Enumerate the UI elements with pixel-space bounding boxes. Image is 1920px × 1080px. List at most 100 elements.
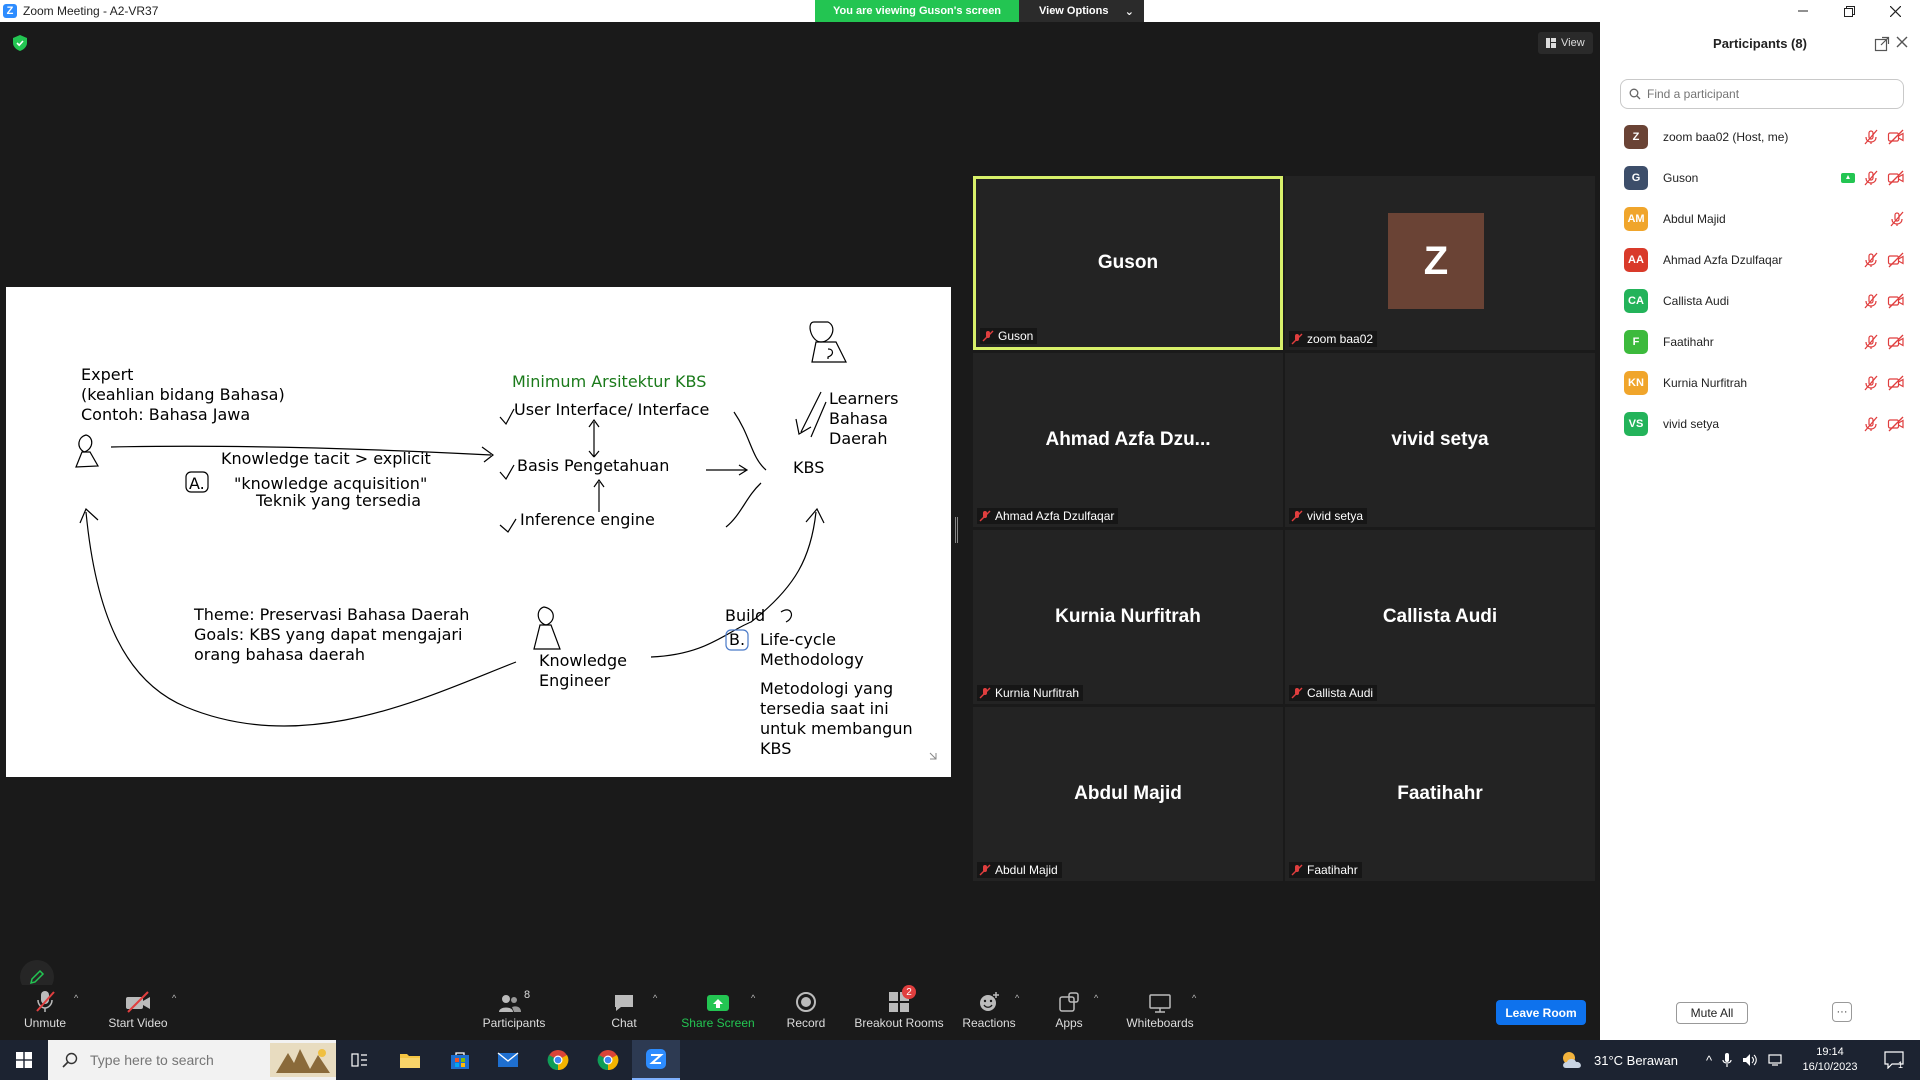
microphone-icon[interactable] — [1722, 1052, 1732, 1068]
more-options-button[interactable]: ··· — [1832, 1002, 1852, 1022]
file-explorer-app[interactable] — [386, 1040, 434, 1080]
video-off-icon[interactable] — [1887, 293, 1905, 309]
apps-button[interactable]: Apps — [1054, 985, 1084, 1030]
search-icon — [62, 1052, 78, 1068]
record-button[interactable]: Record — [786, 985, 826, 1030]
mic-muted-icon[interactable] — [1863, 416, 1879, 432]
participant-search[interactable] — [1620, 79, 1904, 109]
zoom-logo-icon: Z — [3, 4, 17, 18]
whiteboards-options-caret[interactable]: ^ — [1192, 993, 1196, 1003]
video-tile[interactable]: Kurnia Nurfitrah Kurnia Nurfitrah — [973, 530, 1283, 704]
chat-options-caret[interactable]: ^ — [653, 993, 657, 1003]
video-off-icon[interactable] — [1887, 170, 1905, 186]
close-button[interactable] — [1872, 0, 1918, 22]
list-item[interactable]: AM Abdul Majid — [1600, 198, 1920, 239]
mic-muted-icon[interactable] — [1863, 252, 1879, 268]
minimize-button[interactable] — [1780, 0, 1826, 22]
search-input[interactable] — [1647, 87, 1887, 101]
start-button[interactable] — [0, 1040, 48, 1080]
taskbar-search[interactable] — [48, 1040, 336, 1080]
avatar: G — [1624, 165, 1648, 190]
mail-icon — [497, 1052, 519, 1067]
video-options-caret[interactable]: ^ — [172, 993, 176, 1003]
list-item[interactable]: KN Kurnia Nurfitrah — [1600, 362, 1920, 403]
video-off-icon[interactable] — [1887, 252, 1905, 268]
list-item[interactable]: G Guson — [1600, 157, 1920, 198]
close-panel-button[interactable] — [1896, 32, 1908, 53]
participants-button[interactable]: 8 Participants — [482, 985, 546, 1030]
expert-line-3: Contoh: Bahasa Jawa — [81, 405, 250, 424]
mic-muted-icon[interactable] — [1863, 293, 1879, 309]
chrome-app[interactable] — [534, 1040, 582, 1080]
search-input[interactable] — [90, 1052, 250, 1068]
list-item[interactable]: AA Ahmad Azfa Dzulfaqar — [1600, 239, 1920, 280]
view-button[interactable]: View — [1538, 32, 1593, 54]
network-icon[interactable] — [1768, 1053, 1784, 1067]
video-off-icon[interactable] — [1887, 129, 1905, 145]
view-options-button[interactable]: View Options ⌄ — [1019, 0, 1144, 22]
video-tile[interactable]: Z zoom baa02 — [1285, 176, 1595, 350]
goals-line-1: Goals: KBS yang dapat mengajari — [194, 625, 462, 644]
chevron-up-icon[interactable]: ^ — [1706, 1053, 1712, 1068]
mic-muted-icon — [1291, 333, 1303, 345]
restore-button[interactable] — [1826, 0, 1872, 22]
tile-display-name: Callista Audi — [1382, 606, 1498, 627]
zoom-app[interactable] — [632, 1040, 680, 1080]
participant-name: Kurnia Nurfitrah — [1663, 375, 1748, 390]
start-video-button[interactable]: Start Video — [107, 985, 169, 1030]
panel-splitter[interactable] — [955, 517, 958, 543]
mic-muted-icon[interactable] — [1863, 334, 1879, 350]
audio-options-caret[interactable]: ^ — [74, 993, 78, 1003]
leave-room-button[interactable]: Leave Room — [1496, 1000, 1586, 1025]
tile-label: Ahmad Azfa Dzulfaqar — [977, 508, 1119, 524]
ke-line-1: Knowledge — [539, 651, 627, 670]
task-view-button[interactable] — [336, 1040, 384, 1080]
participant-name: Ahmad Azfa Dzulfaqar — [1663, 252, 1783, 267]
video-tile[interactable]: Abdul Majid Abdul Majid — [973, 707, 1283, 881]
whiteboards-button[interactable]: Whiteboards — [1124, 985, 1196, 1030]
mic-muted-icon[interactable] — [1863, 375, 1879, 391]
mic-muted-icon[interactable] — [1863, 129, 1879, 145]
chrome-profile-app[interactable] — [584, 1040, 632, 1080]
notification-button[interactable]: 1 — [1876, 1040, 1912, 1080]
apps-icon — [1059, 992, 1079, 1012]
mic-muted-icon — [979, 864, 991, 876]
volume-icon[interactable] — [1742, 1053, 1758, 1067]
security-shield-icon[interactable] — [12, 34, 28, 52]
chrome-icon — [547, 1050, 569, 1071]
reactions-button[interactable]: Reactions — [962, 985, 1016, 1030]
video-tile[interactable]: Guson Guson — [973, 176, 1283, 350]
list-item[interactable]: Z zoom baa02 (Host, me) — [1600, 116, 1920, 157]
store-app[interactable] — [436, 1040, 484, 1080]
tile-label: Callista Audi — [1289, 685, 1378, 701]
video-tile[interactable]: Ahmad Azfa Dzu... Ahmad Azfa Dzulfaqar — [973, 353, 1283, 527]
video-tile[interactable]: Faatihahr Faatihahr — [1285, 707, 1595, 881]
mic-muted-icon[interactable] — [1863, 170, 1879, 186]
share-screen-button[interactable]: Share Screen — [680, 985, 756, 1030]
list-item[interactable]: VS vivid setya — [1600, 403, 1920, 444]
search-icon — [1629, 88, 1641, 100]
video-tile[interactable]: Callista Audi Callista Audi — [1285, 530, 1595, 704]
mute-all-button[interactable]: Mute All — [1676, 1002, 1748, 1024]
pop-out-icon[interactable] — [1874, 36, 1890, 52]
unmute-button[interactable]: Unmute — [22, 985, 68, 1030]
video-off-icon[interactable] — [1887, 416, 1905, 432]
video-off-icon[interactable] — [1887, 375, 1905, 391]
mic-muted-icon[interactable] — [1889, 211, 1905, 227]
share-options-caret[interactable]: ^ — [751, 993, 755, 1003]
tile-display-name: Ahmad Azfa Dzu... — [1045, 429, 1211, 450]
mail-app[interactable] — [484, 1040, 532, 1080]
breakout-rooms-button[interactable]: 2 Breakout Rooms — [854, 985, 944, 1030]
weather-widget[interactable]: 31°C Berawan — [1560, 1040, 1678, 1080]
apps-options-caret[interactable]: ^ — [1094, 993, 1098, 1003]
reactions-options-caret[interactable]: ^ — [1015, 993, 1019, 1003]
list-item[interactable]: CA Callista Audi — [1600, 280, 1920, 321]
avatar: AA — [1624, 247, 1648, 272]
method-line-2: tersedia saat ini — [760, 699, 889, 718]
video-tile[interactable]: vivid setya vivid setya — [1285, 353, 1595, 527]
list-item[interactable]: F Faatihahr — [1600, 321, 1920, 362]
tile-display-name: Kurnia Nurfitrah — [1055, 606, 1201, 627]
clock[interactable]: 19:14 16/10/2023 — [1790, 1040, 1870, 1080]
video-off-icon[interactable] — [1887, 334, 1905, 350]
chat-button[interactable]: Chat — [604, 985, 644, 1030]
